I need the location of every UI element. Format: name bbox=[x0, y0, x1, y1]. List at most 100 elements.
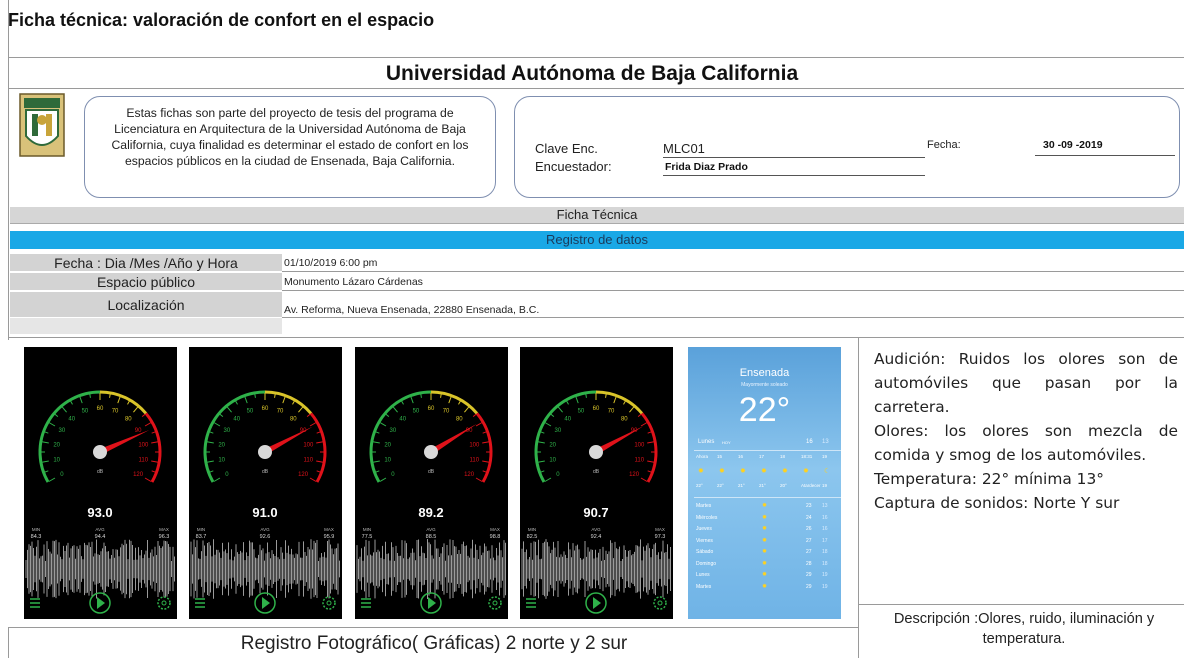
meter-hub bbox=[589, 445, 603, 459]
meter-stat-label: AVG bbox=[591, 527, 601, 532]
obs-audicion: Audición: Ruidos los olores son de autom… bbox=[874, 350, 1178, 416]
meter-stat-value: 82.5 bbox=[527, 534, 538, 540]
meter-tick bbox=[613, 396, 617, 404]
meter-tick-label: 30 bbox=[224, 428, 231, 434]
section-ficha-tecnica: Ficha Técnica bbox=[10, 207, 1184, 224]
meter-tick bbox=[219, 413, 224, 418]
meter-tick bbox=[629, 406, 635, 413]
meter-tick bbox=[458, 400, 461, 405]
meter-tick-label: 10 bbox=[53, 458, 60, 464]
meter-stat-value: 97.3 bbox=[655, 534, 666, 540]
meter-tick-label: 10 bbox=[549, 458, 556, 464]
meter-tick-label: 120 bbox=[629, 472, 640, 478]
meter-tick bbox=[151, 460, 159, 463]
meter-tick bbox=[70, 400, 73, 405]
meter-tick-label: 80 bbox=[456, 416, 463, 422]
row-label-localizacion: Localización bbox=[10, 291, 282, 317]
meter-stat-value: 83.7 bbox=[196, 534, 207, 540]
weather-day-hi: 27 bbox=[806, 537, 812, 544]
divider bbox=[8, 88, 1184, 89]
meter-stat-label: AVG bbox=[260, 527, 270, 532]
university-logo bbox=[18, 92, 66, 158]
meter-tick-label: 0 bbox=[60, 472, 64, 478]
divider bbox=[8, 337, 1184, 338]
sun-icon: ✹ bbox=[762, 526, 768, 532]
weather-today-hi: 16 bbox=[806, 439, 813, 445]
meter-tick bbox=[448, 396, 452, 404]
encuestador-underline bbox=[663, 175, 925, 176]
settings-icon bbox=[657, 600, 663, 606]
weather-day-name: Viernes bbox=[696, 537, 713, 544]
meter-tick-label: 110 bbox=[470, 458, 480, 464]
meter-tick bbox=[41, 460, 49, 463]
meter-tick bbox=[306, 413, 311, 418]
meter-tick bbox=[282, 396, 286, 404]
sun-icon: ✹ bbox=[762, 572, 768, 578]
meter-tick bbox=[475, 422, 483, 427]
meter-tick bbox=[109, 393, 111, 398]
caption-divider bbox=[8, 627, 858, 628]
meter-tick bbox=[637, 413, 642, 418]
meter-tick bbox=[647, 441, 655, 444]
meter-tick bbox=[292, 400, 295, 405]
meter-stat-value: 98.8 bbox=[490, 534, 501, 540]
meter-tick bbox=[482, 470, 487, 473]
photo-caption: Registro Fotográfico( Gráficas) 2 norte … bbox=[240, 633, 628, 654]
meter-tick-label: 20 bbox=[53, 442, 60, 448]
sun-icon: ✹ bbox=[762, 503, 768, 509]
meter-tick-label: 100 bbox=[469, 442, 480, 448]
meter-tick bbox=[540, 470, 545, 473]
meter-arc bbox=[38, 390, 101, 483]
weather-day-lo: 18 bbox=[822, 560, 828, 567]
weather-hour-temp: 19 bbox=[822, 483, 828, 488]
meter-tick bbox=[151, 470, 156, 473]
meter-tick bbox=[244, 396, 248, 404]
weather-day-name: Martes bbox=[696, 503, 712, 509]
meter-tick-label: 80 bbox=[125, 416, 132, 422]
meter-tick bbox=[537, 460, 545, 463]
meter-tick bbox=[41, 441, 49, 444]
row-value-espacio: Monumento Lázaro Cárdenas bbox=[284, 276, 423, 288]
meter-unit: dB bbox=[593, 469, 600, 475]
weather-day-lo: 16 bbox=[822, 514, 828, 521]
meter-tick-label: 120 bbox=[298, 472, 309, 478]
weather-hour-label: 19 bbox=[822, 454, 828, 459]
divider bbox=[8, 57, 1184, 58]
description: Descripción :Olores, ruido, iluminación … bbox=[893, 611, 1155, 647]
meter-stat-value: 84.3 bbox=[31, 534, 42, 540]
meter-tick-label: 0 bbox=[225, 472, 229, 478]
play-icon bbox=[97, 597, 105, 609]
settings-icon bbox=[492, 600, 498, 606]
meter-tick bbox=[316, 460, 324, 463]
meter-tick bbox=[640, 422, 648, 427]
meter-hub bbox=[258, 445, 272, 459]
meter-reading: 93.0 bbox=[87, 505, 112, 520]
weather-day-hi: 26 bbox=[806, 526, 812, 532]
meter-tick bbox=[464, 406, 470, 413]
encuestador-label: Encuestador: bbox=[535, 159, 612, 174]
row-value-fecha: 01/10/2019 6:00 pm bbox=[284, 257, 378, 269]
meter-tick bbox=[640, 477, 648, 482]
row-label-espacio: Espacio público bbox=[10, 272, 282, 290]
sun-icon: ✹ bbox=[761, 468, 767, 475]
weather-day-lo: 17 bbox=[822, 537, 828, 544]
meter-unit: dB bbox=[262, 469, 269, 475]
meter-tick bbox=[550, 413, 555, 418]
meter-tick bbox=[309, 477, 317, 482]
meter-arc bbox=[595, 390, 644, 415]
weather-hour-label: 15 bbox=[717, 454, 723, 459]
meter-tick-label: 110 bbox=[304, 458, 314, 464]
meter-stat-label: MIN bbox=[528, 527, 536, 532]
weather-hour-temp: 21° bbox=[738, 483, 745, 488]
meter-tick bbox=[144, 477, 152, 482]
sun-icon: ✹ bbox=[762, 560, 768, 567]
university-name: Universidad Autónoma de Baja California bbox=[385, 62, 799, 85]
meter-tick-label: 30 bbox=[555, 428, 562, 434]
weather-today: Lunes bbox=[698, 439, 715, 445]
meter-tick bbox=[213, 422, 221, 427]
weather-day-hi: 29 bbox=[806, 583, 812, 590]
meter-tick-label: 120 bbox=[464, 472, 475, 478]
meter-tick bbox=[575, 396, 579, 404]
play-icon bbox=[428, 597, 436, 609]
meter-tick bbox=[544, 477, 552, 482]
